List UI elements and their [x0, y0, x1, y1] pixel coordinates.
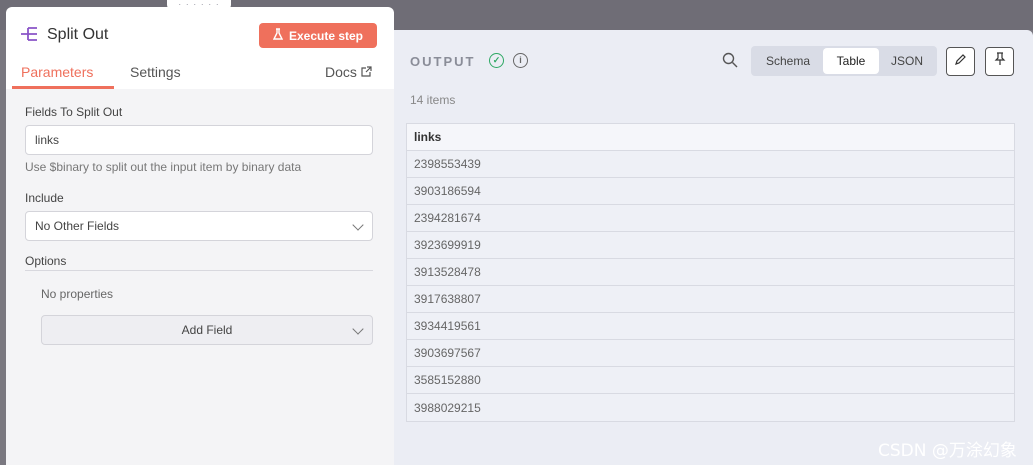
flask-icon	[272, 28, 284, 43]
table-row[interactable]: 3988029215	[407, 394, 1014, 421]
watermark-text: CSDN @万涂幻象	[878, 441, 1017, 461]
add-field-label: Add Field	[181, 323, 233, 337]
table-row[interactable]: 3934419561	[407, 313, 1014, 340]
items-count: 14 items	[410, 93, 456, 107]
check-circle-icon: ✓	[489, 53, 504, 68]
table-row[interactable]: 2394281674	[407, 205, 1014, 232]
include-label: Include	[25, 191, 64, 205]
view-schema-button[interactable]: Schema	[753, 48, 823, 74]
options-divider	[25, 270, 373, 271]
fields-to-split-out-label: Fields To Split Out	[25, 105, 123, 119]
chevron-down-icon	[352, 219, 364, 231]
parameters-form: Fields To Split Out links Use $binary to…	[6, 89, 394, 465]
panel-header: Split Out Execute step Parameters Settin…	[6, 7, 394, 89]
docs-label: Docs	[325, 64, 357, 80]
execute-step-button[interactable]: Execute step	[259, 23, 377, 48]
external-link-icon	[361, 64, 372, 80]
output-title: OUTPUT	[410, 54, 476, 69]
table-row[interactable]: 3917638807	[407, 286, 1014, 313]
table-row[interactable]: 3913528478	[407, 259, 1014, 286]
chevron-down-icon	[352, 323, 364, 335]
output-panel: OUTPUT ✓ i Schema Table JSON 14 items li…	[394, 30, 1033, 465]
column-header-links[interactable]: links	[407, 124, 1014, 151]
table-row[interactable]: 3585152880	[407, 367, 1014, 394]
pin-data-button[interactable]	[985, 47, 1014, 76]
execute-step-label: Execute step	[288, 28, 364, 43]
docs-link[interactable]: Docs	[325, 64, 372, 80]
edit-output-button[interactable]	[946, 47, 975, 76]
table-row[interactable]: 3903697567	[407, 340, 1014, 367]
tab-settings[interactable]: Settings	[130, 64, 181, 80]
view-json-button[interactable]: JSON	[879, 48, 935, 74]
info-icon[interactable]: i	[513, 53, 528, 68]
options-label: Options	[25, 254, 67, 268]
output-table: links 2398553439 3903186594 2394281674 3…	[406, 123, 1015, 422]
pin-icon	[994, 52, 1006, 71]
add-field-button[interactable]: Add Field	[41, 315, 373, 345]
include-selected-value: No Other Fields	[35, 219, 120, 233]
search-icon[interactable]	[722, 52, 738, 68]
fields-to-split-out-value: links	[35, 133, 60, 147]
node-title[interactable]: Split Out	[47, 26, 108, 44]
pencil-icon	[954, 53, 967, 71]
fields-to-split-out-input[interactable]: links	[25, 125, 373, 155]
include-select[interactable]: No Other Fields	[25, 211, 373, 241]
binary-hint-text: Use $binary to split out the input item …	[25, 160, 302, 174]
split-out-node-icon	[20, 25, 40, 43]
node-parameters-panel: Split Out Execute step Parameters Settin…	[6, 7, 394, 465]
view-switcher: Schema Table JSON	[751, 46, 937, 76]
no-properties-text: No properties	[41, 287, 114, 301]
table-row[interactable]: 3923699919	[407, 232, 1014, 259]
table-row[interactable]: 3903186594	[407, 178, 1014, 205]
table-row[interactable]: 2398553439	[407, 151, 1014, 178]
tab-parameters[interactable]: Parameters	[21, 64, 93, 80]
view-table-button[interactable]: Table	[823, 48, 879, 74]
panel-drag-handle[interactable]: · · · · · ·	[167, 0, 231, 9]
